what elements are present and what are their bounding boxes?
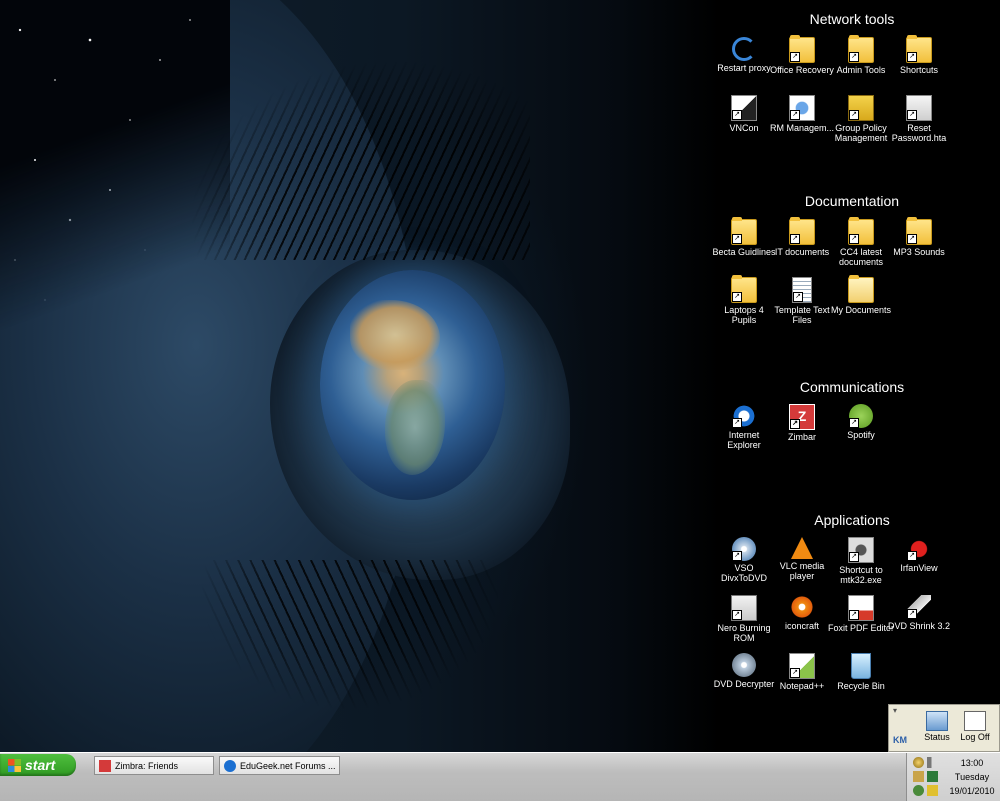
irfanview-icon: ↗ <box>907 537 931 561</box>
iconcraft-icon <box>790 595 814 619</box>
desktop-icon-spotify[interactable]: ↗ Spotify <box>828 404 894 460</box>
windows-logo-icon <box>8 759 21 772</box>
system-tray: 13:00 Tuesday 19/01/2010 <box>906 753 1000 801</box>
clock-date: 19/01/2010 <box>949 786 995 796</box>
clock-day: Tuesday <box>954 772 990 782</box>
desktop-icon-dvd-decrypter[interactable]: DVD Decrypter <box>711 653 777 709</box>
desktop-icon-foxit[interactable]: ↗ Foxit PDF Editor <box>828 595 894 651</box>
mtk32-icon: ↗ <box>848 537 874 563</box>
group-title-communications: Communications <box>799 379 905 395</box>
users-tray-icon[interactable] <box>913 757 924 768</box>
desktop-icon-reset-password[interactable]: ↗ Reset Password.hta <box>886 95 952 151</box>
desktop-icon-recycle-bin[interactable]: Recycle Bin <box>828 653 894 709</box>
group-title-network-tools: Network tools <box>809 11 895 27</box>
upper-eyelashes <box>190 60 530 260</box>
desktop-icon-mtk32[interactable]: ↗ Shortcut to mtk32.exe <box>828 537 894 593</box>
folder-icon: ↗ <box>731 275 757 303</box>
desktop-icon-it-documents[interactable]: ↗ IT documents <box>769 217 835 275</box>
desktop-icon-cc4-documents[interactable]: ↗ CC4 latest documents <box>828 217 894 275</box>
desktop-icon-mp3-sounds[interactable]: ↗ MP3 Sounds <box>886 217 952 275</box>
recycle-bin-icon <box>851 653 871 679</box>
lower-eyelashes <box>200 560 500 710</box>
nero-icon: ↗ <box>731 595 757 621</box>
folder-icon: ↗ <box>848 35 874 63</box>
group-title-applications: Applications <box>814 512 890 528</box>
desktop-icon-vso-divxtodvd[interactable]: ↗ VSO DivxToDVD <box>711 537 777 593</box>
desktop-icon-office-recovery[interactable]: ↗ Office Recovery <box>769 35 835 93</box>
vnc-icon: ↗ <box>731 95 757 121</box>
status-icon <box>926 711 948 731</box>
folder-icon: ↗ <box>789 35 815 63</box>
desktop-icon-becta-guidlines[interactable]: ↗ Becta Guidlines <box>711 217 777 275</box>
desktop-icon-template-text-files[interactable]: ↗ Template Text Files <box>769 277 835 333</box>
logoff-button[interactable]: Log Off <box>955 711 995 742</box>
notepad-plus-icon: ↗ <box>789 653 815 679</box>
group-policy-icon: ↗ <box>848 95 874 121</box>
desktop-icon-admin-tools[interactable]: ↗ Admin Tools <box>828 35 894 93</box>
folder-icon: ↗ <box>906 217 932 245</box>
vlc-cone-icon <box>791 537 813 559</box>
desktop-icon-vlc[interactable]: VLC media player <box>769 537 835 593</box>
shield-tray-icon[interactable] <box>927 785 938 796</box>
dvd-decrypter-icon <box>732 653 756 677</box>
desktop-icon-irfanview[interactable]: ↗ IrfanView <box>886 537 952 593</box>
desktop-icon-group-policy[interactable]: ↗ Group Policy Management <box>828 95 894 151</box>
clock[interactable]: 13:00 Tuesday 19/01/2010 <box>947 756 997 798</box>
folder-icon: ↗ <box>789 217 815 245</box>
zimbra-icon <box>99 760 111 772</box>
text-file-icon: ↗ <box>792 277 812 303</box>
rm-management-icon: ↗ <box>789 95 815 121</box>
taskbar-item-zimbra[interactable]: Zimbra: Friends <box>94 756 214 775</box>
desktop-icon-iconcraft[interactable]: iconcraft <box>769 595 835 651</box>
folder-icon: ↗ <box>731 217 757 245</box>
desktop-icon-nero[interactable]: ↗ Nero Burning ROM <box>711 595 777 651</box>
internet-explorer-icon <box>224 760 236 772</box>
spotify-icon: ↗ <box>849 404 873 428</box>
group-title-documentation: Documentation <box>804 193 900 209</box>
start-button[interactable]: start <box>0 754 76 776</box>
taskbar: start Zimbra: Friends EduGeek.net Forums… <box>0 752 1000 801</box>
desktop-icon-notepadpp[interactable]: ↗ Notepad++ <box>769 653 835 709</box>
desktop-icon-restart-proxy[interactable]: Restart proxy <box>711 37 777 93</box>
desktop-icon-zimbar[interactable]: Z ↗ Zimbar <box>769 404 835 460</box>
zimbra-icon: Z ↗ <box>789 404 815 430</box>
folder-icon: ↗ <box>848 217 874 245</box>
desktop-icon-my-documents[interactable]: My Documents <box>828 275 894 333</box>
desktop-icon-dvd-shrink[interactable]: ↗ DVD Shrink 3.2 <box>886 595 952 651</box>
clock-time: 13:00 <box>960 758 984 768</box>
antivirus-tray-icon[interactable] <box>927 771 938 782</box>
collapse-chevron-icon[interactable]: ▾ <box>893 706 897 715</box>
foxit-pdf-icon: ↗ <box>848 595 874 621</box>
internet-explorer-icon: ↗ <box>732 404 756 428</box>
status-button[interactable]: Status <box>917 711 957 742</box>
my-documents-icon <box>848 275 874 303</box>
taskbar-item-edugeek[interactable]: EduGeek.net Forums ... <box>219 756 340 775</box>
script-icon: ↗ <box>906 95 932 121</box>
desktop-icon-vncon[interactable]: ↗ VNCon <box>711 95 777 151</box>
refresh-icon <box>732 37 756 61</box>
session-panel: ▾ KM Status Log Off <box>888 704 1000 752</box>
dvd-disc-icon: ↗ <box>732 537 756 561</box>
update-tray-icon[interactable] <box>913 785 924 796</box>
dvd-shrink-icon: ↗ <box>907 595 931 619</box>
folder-icon: ↗ <box>906 35 932 63</box>
desktop-icon-laptops-4-pupils[interactable]: ↗ Laptops 4 Pupils <box>711 275 777 333</box>
network-tray-icon[interactable] <box>913 771 924 782</box>
desktop-icon-rm-management[interactable]: ↗ RM Managem... <box>769 95 835 151</box>
desktop-icon-internet-explorer[interactable]: ↗ Internet Explorer <box>711 404 777 460</box>
desktop-icon-shortcuts[interactable]: ↗ Shortcuts <box>886 35 952 93</box>
km-logo: KM <box>893 735 907 745</box>
logoff-icon <box>964 711 986 731</box>
speaker-icon[interactable] <box>927 757 938 768</box>
